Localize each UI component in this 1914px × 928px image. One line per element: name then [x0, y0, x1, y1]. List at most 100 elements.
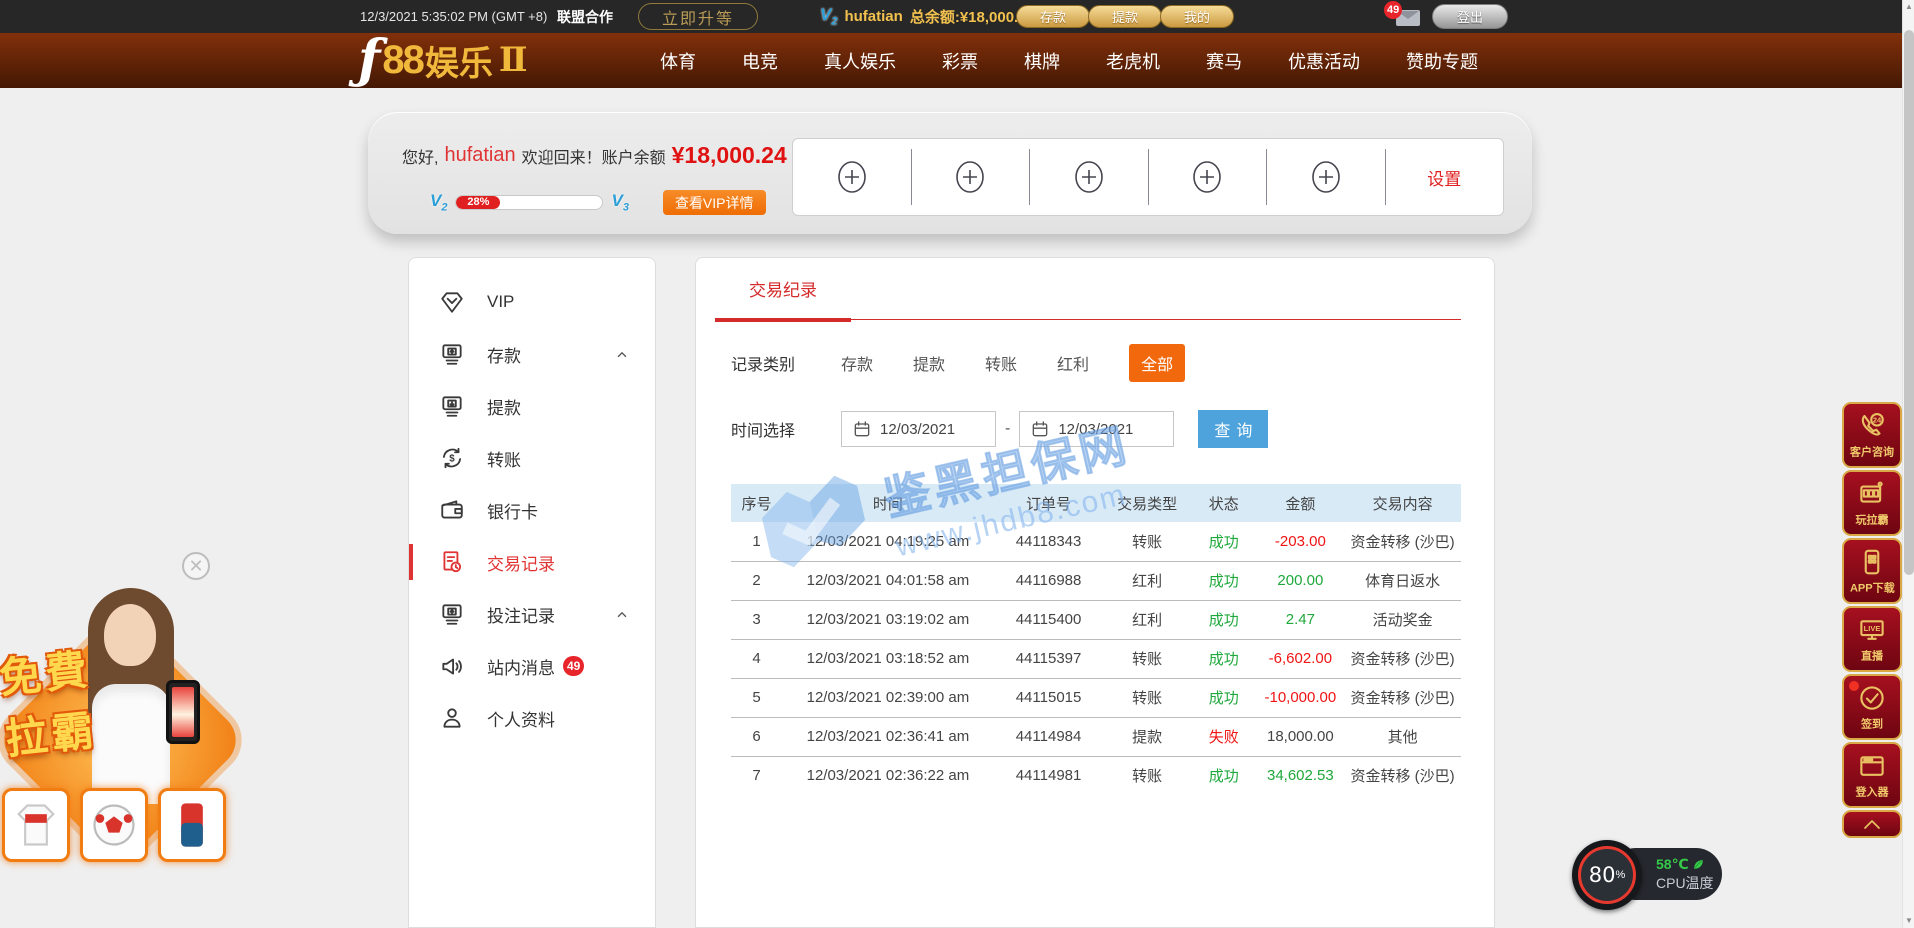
date-to-input[interactable]: 12/03/2021	[1019, 411, 1174, 447]
nav-item[interactable]: 老虎机	[1106, 48, 1160, 74]
promo-slogan: 免費拉霸	[0, 635, 104, 766]
table-row: 612/03/2021 02:36:41 am44114984提款失败18,00…	[731, 717, 1461, 756]
table-cell: 12/03/2021 04:19:25 am	[782, 522, 994, 561]
sidebar-item[interactable]: 投注记录	[409, 588, 655, 640]
rail-collapse-button[interactable]	[1842, 810, 1902, 838]
site-logo[interactable]: ƒ 88 娱乐 Ⅱ	[358, 35, 528, 85]
sidebar-item[interactable]: 个人资料	[409, 692, 655, 744]
float-button-smartphone[interactable]: APP下载	[1842, 538, 1902, 604]
withdraw-button[interactable]: 提款	[1088, 5, 1162, 28]
float-button-label: 玩拉霸	[1855, 511, 1888, 527]
quick-add-slot[interactable]	[1030, 149, 1149, 205]
table-cell: 提款	[1103, 717, 1191, 756]
category-filter[interactable]: 存款	[841, 351, 873, 375]
category-filter[interactable]: 红利	[1057, 351, 1089, 375]
quick-add-slot[interactable]	[1149, 149, 1268, 205]
promo-banner[interactable]: ✕ 免費拉霸	[0, 540, 235, 880]
settings-link[interactable]: 设置	[1427, 165, 1461, 190]
mine-button[interactable]: 我的	[1160, 5, 1234, 28]
time-filter-label: 时间选择	[731, 417, 841, 441]
float-button-browser-window[interactable]: 登入器	[1842, 742, 1902, 808]
float-button-label: 直播	[1861, 647, 1883, 663]
nav-item[interactable]: 彩票	[942, 48, 978, 74]
category-filter[interactable]: 转账	[985, 351, 1017, 375]
float-button-live-monitor[interactable]: LIVE直播	[1842, 606, 1902, 672]
logout-button[interactable]: 登出	[1432, 4, 1508, 29]
svg-text:24: 24	[1873, 415, 1882, 424]
sidebar-item-label: 转账	[487, 446, 521, 471]
messages-envelope-icon[interactable]: 49	[1394, 6, 1420, 26]
query-button[interactable]: 查询	[1198, 410, 1268, 448]
document-clock-icon	[439, 549, 465, 575]
greeting-text: 您好, hufatian 欢迎回来！账户余额 ¥18,000.24 ⟳	[402, 142, 808, 169]
sidebar-item-label: 站内消息	[487, 654, 555, 679]
close-icon[interactable]: ✕	[182, 552, 210, 580]
category-filter[interactable]: 全部	[1129, 344, 1185, 382]
nav-item[interactable]: 赞助专题	[1406, 48, 1478, 74]
cpu-usage-gauge: 80%	[1572, 840, 1642, 910]
table-cell: -203.00	[1257, 522, 1345, 561]
sidebar-item-label: VIP	[487, 292, 514, 312]
float-button-label: 签到	[1861, 715, 1883, 731]
table-cell: 34,602.53	[1257, 756, 1345, 795]
float-button-check-circle[interactable]: 签到	[1842, 674, 1902, 740]
table-header: 交易类型	[1103, 484, 1191, 522]
page-scrollbar[interactable]: ▲ ▼	[1902, 0, 1914, 928]
scroll-up-arrow-icon[interactable]: ▲	[1903, 0, 1914, 14]
tab-transaction-records[interactable]: 交易纪录	[731, 276, 835, 301]
sidebar-item[interactable]: VIP	[409, 276, 655, 328]
table-cell: 5	[731, 678, 782, 717]
float-button-label: 登入器	[1855, 783, 1888, 799]
float-button-slot-machine[interactable]: 玩拉霸	[1842, 470, 1902, 536]
vip-progress-bar: 28%	[455, 195, 603, 210]
table-cell: 44114981	[994, 756, 1104, 795]
nav-item[interactable]: 体育	[660, 48, 696, 74]
scroll-down-arrow-icon[interactable]: ▼	[1903, 914, 1914, 928]
navbar: ƒ 88 娱乐 Ⅱ 体育 电竞 真人娱乐 彩票 棋牌 老虎机 赛马 优惠活动 赞助专题	[0, 33, 1914, 88]
withdraw-machine-icon	[439, 393, 465, 419]
table-cell: 6	[731, 717, 782, 756]
table-cell: 44115397	[994, 639, 1104, 678]
add-circle-icon	[952, 157, 988, 197]
quick-add-slot[interactable]	[793, 149, 912, 205]
sidebar-item[interactable]: 站内消息49	[409, 640, 655, 692]
table-cell: 44115400	[994, 600, 1104, 639]
float-button-service-24[interactable]: 24客户咨询	[1842, 402, 1902, 468]
table-cell: 转账	[1103, 639, 1191, 678]
vip-progress-fill: 28%	[456, 196, 500, 209]
sidebar-item[interactable]: 提款	[409, 380, 655, 432]
nav-item[interactable]: 赛马	[1206, 48, 1242, 74]
table-cell: 12/03/2021 02:39:00 am	[782, 678, 994, 717]
deposit-button[interactable]: 存款	[1016, 5, 1090, 28]
upgrade-button[interactable]: 立即升等	[638, 3, 758, 30]
filters: 记录类别 存款提款转账红利全部 时间选择 12/03/2021 - 12/03/…	[731, 346, 1461, 448]
table-header: 时间	[782, 484, 994, 522]
category-filter[interactable]: 提款	[913, 351, 945, 375]
date-from-input[interactable]: 12/03/2021	[841, 411, 996, 447]
promo-phone-image	[166, 680, 200, 744]
sidebar-item[interactable]: 交易记录	[409, 536, 655, 588]
alliance-link[interactable]: 联盟合作	[557, 7, 613, 27]
tab-row: 交易纪录	[731, 276, 1461, 320]
quick-add-slot[interactable]	[1267, 149, 1386, 205]
add-circle-icon	[1189, 157, 1225, 197]
table-cell: 资金转移 (沙巴)	[1344, 639, 1461, 678]
table-cell: 成功	[1191, 678, 1257, 717]
nav-item[interactable]: 优惠活动	[1288, 48, 1360, 74]
nav-item[interactable]: 棋牌	[1024, 48, 1060, 74]
table-cell: 7	[731, 756, 782, 795]
sidebar-item-label: 投注记录	[487, 602, 555, 627]
table-cell: 资金转移 (沙巴)	[1344, 522, 1461, 561]
promo-slogan-char: 拉	[2, 701, 54, 766]
nav-item[interactable]: 电竞	[742, 48, 778, 74]
sidebar-item[interactable]: 银行卡	[409, 484, 655, 536]
check-circle-icon	[1857, 683, 1887, 713]
table-cell: -6,602.00	[1257, 639, 1345, 678]
quick-add-slot[interactable]	[912, 149, 1031, 205]
vip-detail-button[interactable]: 查看VIP详情	[663, 190, 766, 215]
scrollbar-thumb[interactable]	[1904, 30, 1914, 575]
sidebar-item[interactable]: 存款	[409, 328, 655, 380]
sidebar-item[interactable]: $转账	[409, 432, 655, 484]
nav-item[interactable]: 真人娱乐	[824, 48, 896, 74]
slot-machine-icon	[1857, 479, 1887, 509]
